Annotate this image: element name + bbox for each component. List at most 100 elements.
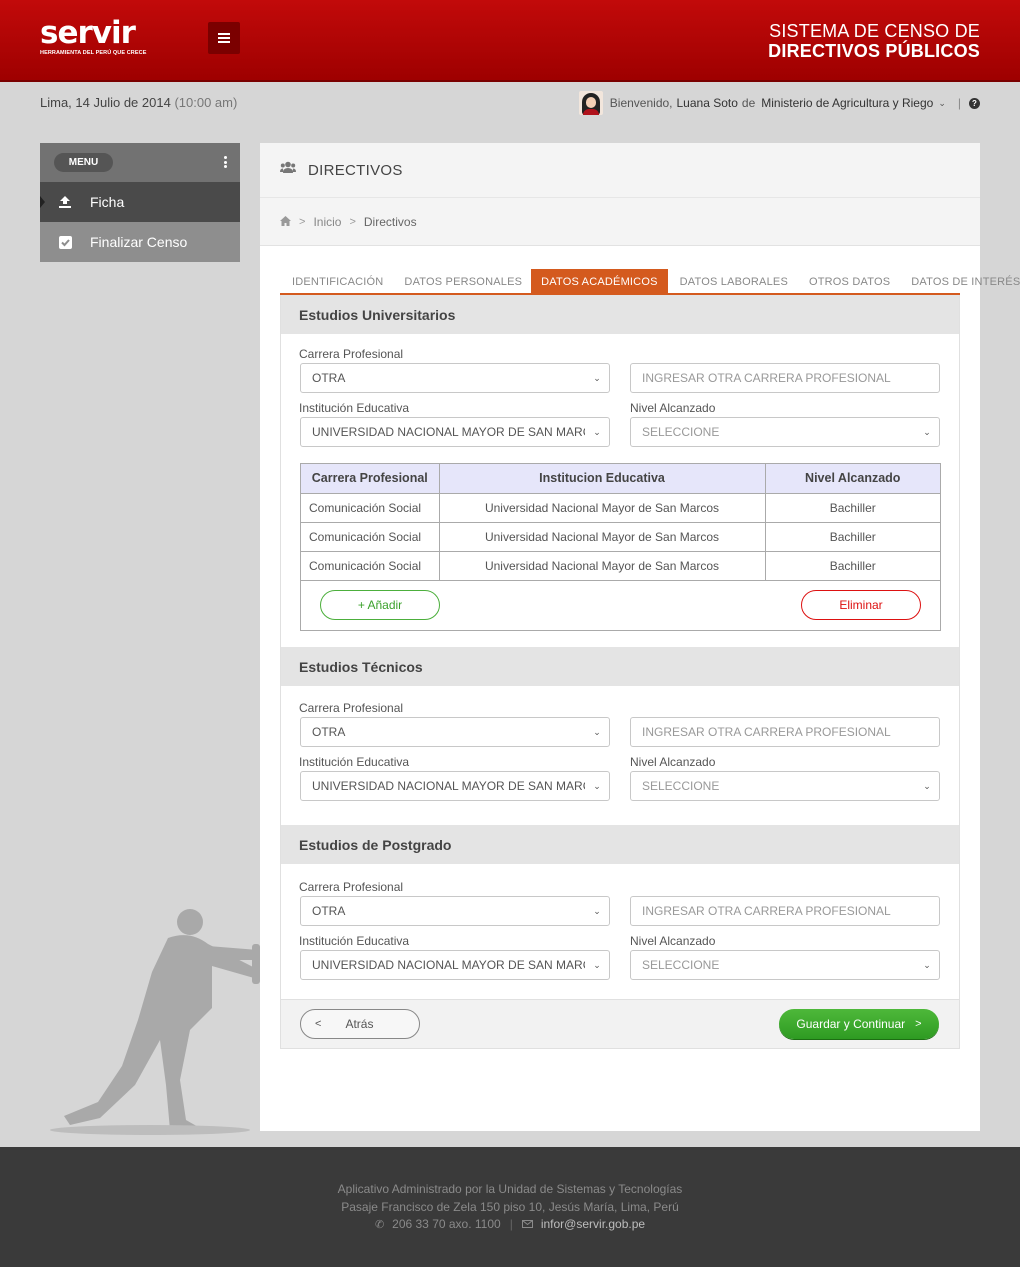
main-panel: DIRECTIVOS > Inicio > Directivos IDENTIF… (260, 143, 1020, 1131)
table-row[interactable]: Comunicación Social Universidad Nacional… (301, 551, 940, 581)
table-cell: Universidad Nacional Mayor de San Marcos (439, 551, 766, 581)
institucion-select[interactable]: UNIVERSIDAD NACIONAL MAYOR DE SAN MARCOS… (300, 771, 610, 801)
page-title: DIRECTIVOS (308, 161, 403, 179)
nivel-label: Nivel Alcanzado (630, 934, 716, 948)
chevron-down-icon[interactable]: ⌄ (938, 98, 946, 109)
otra-carrera-input[interactable]: INGRESAR OTRA CARRERA PROFESIONAL (630, 717, 940, 747)
tab-identificacion[interactable]: IDENTIFICACIÓN (280, 269, 392, 293)
sidebar-item-ficha[interactable]: Ficha (40, 182, 240, 222)
col-nivel[interactable]: Nivel Alcanzado (765, 464, 940, 494)
back-button[interactable]: < Atrás (300, 1009, 420, 1039)
top-header: servir HERRAMIENTA DEL PERÚ QUE CRECE SI… (0, 0, 1020, 82)
back-label: Atrás (345, 1017, 374, 1031)
hamburger-icon (218, 33, 230, 43)
servir-logo[interactable]: servir HERRAMIENTA DEL PERÚ QUE CRECE (40, 15, 147, 57)
footer-separator: | (509, 1217, 513, 1231)
upload-icon (40, 195, 90, 209)
chevron-down-icon: ⌄ (593, 426, 601, 437)
sidebar-header: MENU (40, 143, 240, 182)
nivel-value: SELECCIONE (642, 425, 720, 439)
organization-dropdown[interactable]: Ministerio de Agricultura y Riego (761, 96, 933, 110)
tab-datos-academicos[interactable]: DATOS ACADÉMICOS (531, 269, 668, 293)
otra-carrera-input[interactable]: INGRESAR OTRA CARRERA PROFESIONAL (630, 363, 940, 393)
help-icon[interactable]: ? (969, 97, 980, 109)
pushing-man-illustration (50, 909, 260, 1135)
envelope-icon (521, 1217, 533, 1231)
breadcrumb: > Inicio > Directivos (260, 198, 980, 246)
institucion-select[interactable]: UNIVERSIDAD NACIONAL MAYOR DE SAN MARCOS… (300, 417, 610, 447)
avatar[interactable] (578, 91, 603, 115)
otra-carrera-input[interactable]: INGRESAR OTRA CARRERA PROFESIONAL (630, 896, 940, 926)
chevron-down-icon: ⌄ (593, 372, 601, 383)
table-cell: Universidad Nacional Mayor de San Marcos (439, 493, 766, 523)
panel-header: DIRECTIVOS (260, 143, 980, 198)
section-estudios-postgrado: Estudios de Postgrado Carrera Profesiona… (280, 825, 960, 999)
delete-button[interactable]: Eliminar (801, 589, 921, 620)
breadcrumb-directivos: Directivos (363, 214, 417, 229)
user-bar: Bienvenido, Luana Soto de Ministerio de … (578, 91, 980, 115)
home-icon[interactable] (280, 215, 291, 229)
user-name: Luana Soto (676, 96, 738, 110)
breadcrumb-inicio[interactable]: Inicio (313, 215, 341, 229)
nivel-select[interactable]: SELECCIONE ⌄ (630, 950, 940, 980)
nivel-select[interactable]: SELECCIONE ⌄ (630, 417, 940, 447)
table-row[interactable]: Comunicación Social Universidad Nacional… (301, 493, 940, 523)
menu-toggle-button[interactable] (208, 22, 240, 54)
col-carrera[interactable]: Carrera Profesional (301, 464, 440, 494)
table-header-row: Carrera Profesional Institucion Educativ… (301, 464, 940, 494)
carrera-label: Carrera Profesional (299, 701, 404, 715)
nivel-value: SELECCIONE (642, 779, 720, 793)
institucion-select[interactable]: UNIVERSIDAD NACIONAL MAYOR DE SAN MARCOS… (300, 950, 610, 980)
tab-bar: IDENTIFICACIÓN DATOS PERSONALES DATOS AC… (280, 269, 1020, 295)
col-institucion[interactable]: Institucion Educativa (439, 464, 766, 494)
carrera-value: OTRA (312, 371, 346, 385)
save-continue-button[interactable]: Guardar y Continuar > (779, 1009, 939, 1039)
tab-datos-personales[interactable]: DATOS PERSONALES (392, 269, 531, 293)
footer-line2: Pasaje Francisco de Zela 150 piso 10, Je… (341, 1200, 679, 1214)
table-cell: Bachiller (765, 551, 940, 581)
table-row[interactable]: Comunicación Social Universidad Nacional… (301, 522, 940, 552)
nivel-label: Nivel Alcanzado (630, 755, 716, 769)
tab-otros-datos[interactable]: OTROS DATOS (797, 269, 899, 293)
section-title: Estudios de Postgrado (281, 825, 959, 864)
table-cell: Bachiller (765, 493, 940, 523)
users-icon (280, 161, 296, 179)
tab-datos-laborales[interactable]: DATOS LABORALES (668, 269, 797, 293)
table-cell: Universidad Nacional Mayor de San Marcos (439, 522, 766, 552)
carrera-value: OTRA (312, 725, 346, 739)
table-cell: Comunicación Social (301, 493, 440, 523)
welcome-text: Bienvenido, (609, 96, 673, 110)
chevron-down-icon: ⌄ (923, 959, 931, 970)
institucion-label: Institución Educativa (299, 934, 410, 948)
tab-datos-de-interes[interactable]: DATOS DE INTERÉS (899, 269, 1020, 293)
logo-wordmark: servir (40, 15, 136, 51)
section-title: Estudios Universitarios (281, 295, 959, 334)
chevron-left-icon: < (315, 1018, 322, 1030)
sidebar-item-label: Ficha (90, 194, 125, 210)
save-label: Guardar y Continuar (796, 1017, 906, 1031)
chevron-right-icon: > (349, 215, 356, 228)
nivel-label: Nivel Alcanzado (630, 401, 716, 415)
kebab-menu-icon[interactable] (224, 156, 227, 168)
footer-contact: ✆ 206 33 70 axo. 1100 | infor@servir.gob… (0, 1217, 1020, 1231)
menu-label: MENU (54, 153, 113, 172)
chevron-down-icon: ⌄ (593, 726, 601, 737)
carrera-select[interactable]: OTRA ⌄ (300, 363, 610, 393)
phone-icon: ✆ (374, 1218, 385, 1231)
add-button[interactable]: + Añadir (320, 589, 440, 620)
nivel-select[interactable]: SELECCIONE ⌄ (630, 771, 940, 801)
chevron-down-icon: ⌄ (593, 780, 601, 791)
page-footer: Aplicativo Administrado por la Unidad de… (0, 1147, 1020, 1267)
carrera-select[interactable]: OTRA ⌄ (300, 896, 610, 926)
carrera-label: Carrera Profesional (299, 347, 404, 361)
sidebar: MENU Ficha Finalizar Censo (40, 143, 240, 262)
institucion-value: UNIVERSIDAD NACIONAL MAYOR DE SAN MARCOS (312, 958, 585, 972)
sidebar-item-finalizar-censo[interactable]: Finalizar Censo (40, 222, 240, 262)
app-title-line1: SISTEMA DE CENSO DE (769, 21, 980, 41)
footer-email-link[interactable]: infor@servir.gob.pe (541, 1217, 645, 1231)
table-cell: Comunicación Social (301, 551, 440, 581)
chevron-down-icon: ⌄ (593, 905, 601, 916)
carrera-value: OTRA (312, 904, 346, 918)
carrera-label: Carrera Profesional (299, 880, 404, 894)
carrera-select[interactable]: OTRA ⌄ (300, 717, 610, 747)
